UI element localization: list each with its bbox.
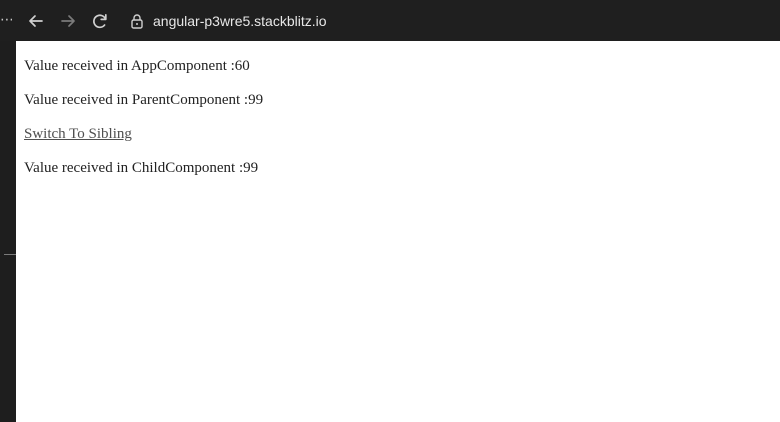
- switch-to-sibling-link[interactable]: Switch To Sibling: [24, 126, 132, 142]
- lock-icon[interactable]: [128, 12, 146, 30]
- switch-link-row: Switch To Sibling: [24, 125, 132, 143]
- child-component-value: Value received in ChildComponent :99: [24, 160, 259, 176]
- left-side-panel: [0, 41, 16, 422]
- back-button[interactable]: [24, 9, 48, 33]
- side-divider: [4, 254, 16, 255]
- app-component-value: Value received in AppComponent :60: [24, 58, 250, 74]
- forward-button[interactable]: [56, 9, 80, 33]
- forward-arrow-icon: [58, 11, 78, 31]
- reload-icon: [90, 11, 110, 31]
- url-text[interactable]: angular-p3wre5.stackblitz.io: [153, 12, 327, 30]
- back-arrow-icon: [26, 11, 46, 31]
- more-dots-icon[interactable]: ⋯: [0, 10, 12, 30]
- reload-button[interactable]: [88, 9, 112, 33]
- browser-toolbar: ⋯ angular-p3wre5.stackblitz.io: [0, 0, 780, 41]
- page-content: Value received in AppComponent :60 Value…: [16, 41, 780, 422]
- address-bar[interactable]: angular-p3wre5.stackblitz.io: [118, 5, 774, 37]
- parent-component-value: Value received in ParentComponent :99: [24, 92, 264, 108]
